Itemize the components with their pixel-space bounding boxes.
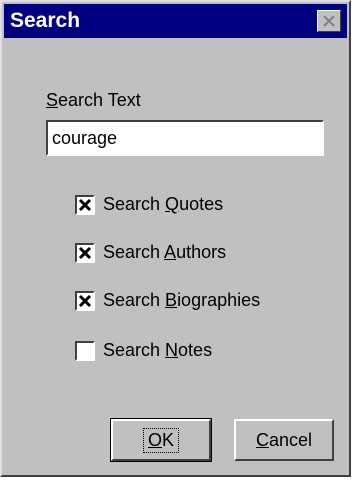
- check-mark-icon: [78, 198, 92, 211]
- search-text-input[interactable]: [46, 120, 324, 156]
- title-bar[interactable]: Search: [4, 4, 347, 38]
- checkbox-box[interactable]: [75, 194, 95, 215]
- checkbox-box[interactable]: [75, 340, 95, 361]
- check-mark-icon: [78, 294, 92, 307]
- window-title: Search: [10, 9, 81, 32]
- search-authors-checkbox[interactable]: Search Authors: [75, 242, 226, 263]
- cancel-button[interactable]: Cancel: [234, 419, 334, 461]
- search-quotes-checkbox[interactable]: Search Quotes: [75, 194, 223, 215]
- check-mark-icon: [78, 246, 92, 259]
- close-icon: [323, 15, 335, 27]
- checkbox-box[interactable]: [75, 290, 95, 311]
- checkbox-label: Search Biographies: [103, 290, 261, 310]
- ok-button-label: OK: [142, 427, 180, 453]
- checkbox-box[interactable]: [75, 242, 95, 263]
- checkbox-label: Search Notes: [103, 340, 213, 360]
- checkbox-label: Search Authors: [103, 242, 227, 262]
- cancel-button-label: Cancel: [255, 429, 313, 450]
- checkbox-label: Search Quotes: [103, 194, 224, 214]
- close-button[interactable]: [317, 10, 341, 32]
- search-text-label: Search Text: [46, 90, 141, 110]
- search-biographies-checkbox[interactable]: Search Biographies: [75, 290, 260, 311]
- search-notes-checkbox[interactable]: Search Notes: [75, 340, 212, 361]
- ok-button[interactable]: OK: [110, 418, 212, 462]
- search-dialog: Search Search Text Search Quotes Search …: [0, 0, 351, 477]
